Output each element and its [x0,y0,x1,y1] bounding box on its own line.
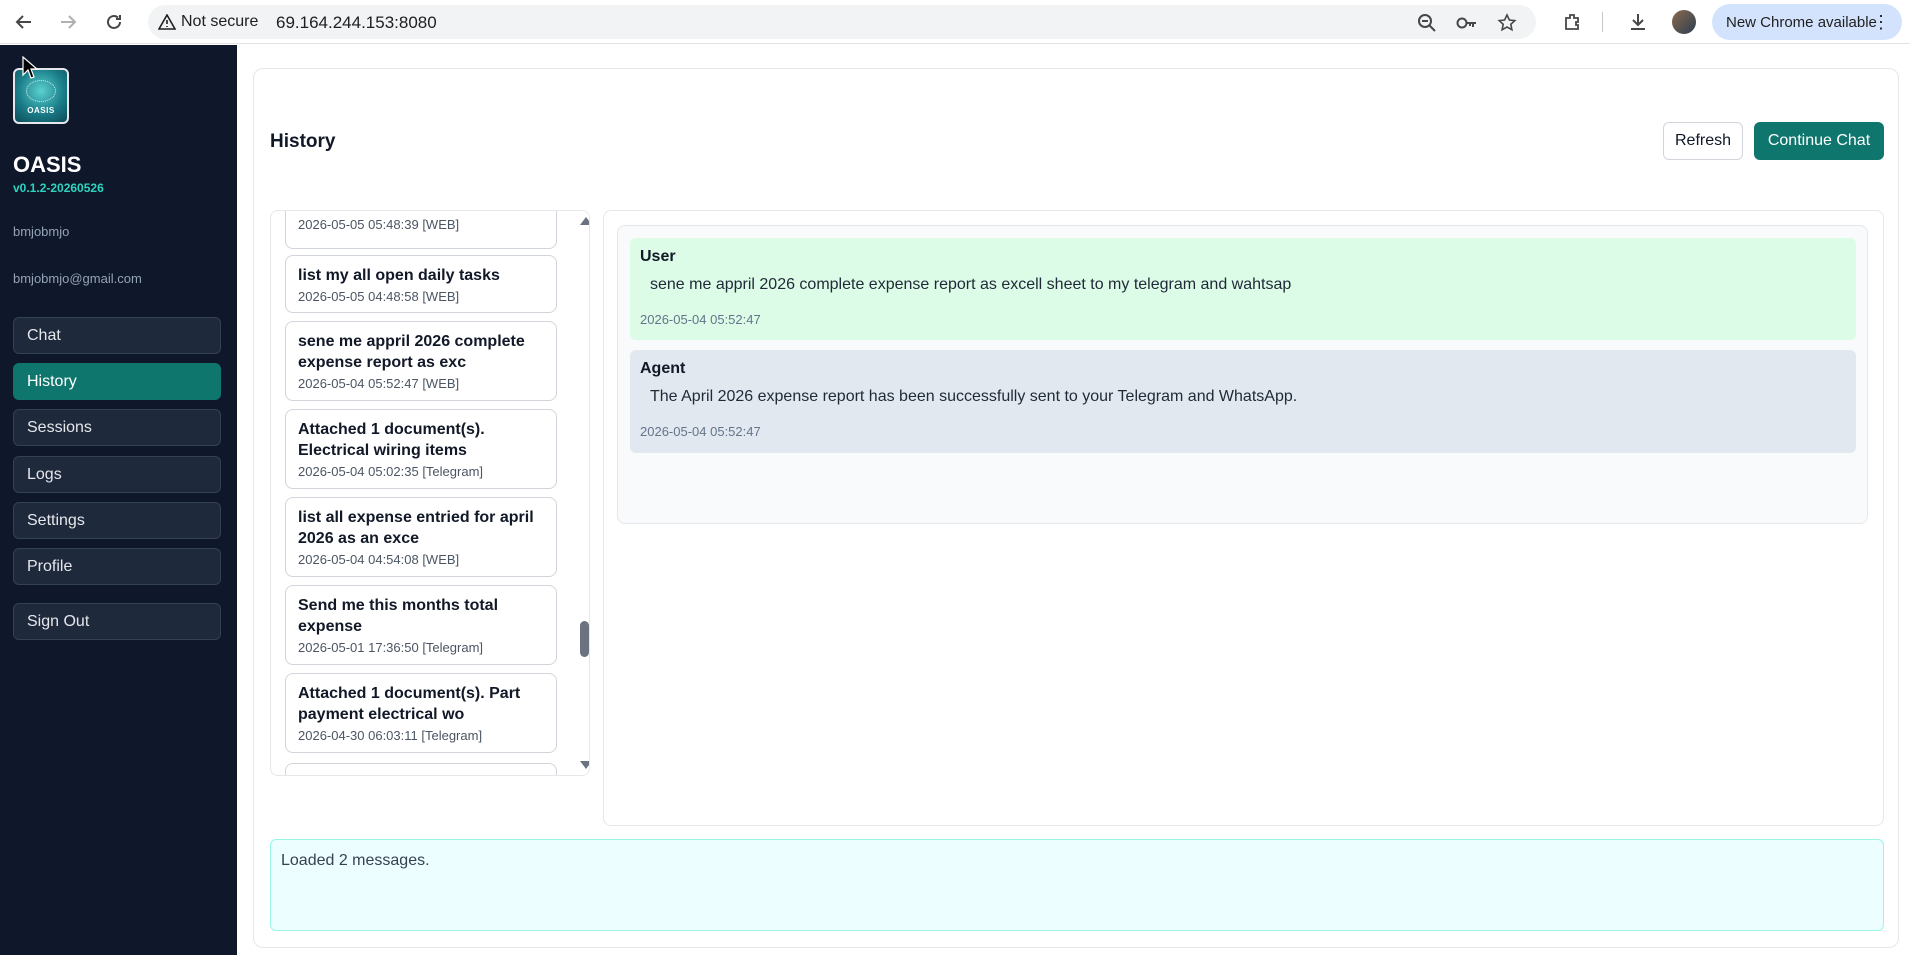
history-items: 2026-05-05 05:48:39 [WEB] list my all op… [271,211,581,775]
history-item-title: Send me this months total expense [298,597,499,635]
history-item-meta: 2026-05-04 05:52:47 [WEB] [298,376,460,391]
history-item-title: Attached 1 document(s). Part payment ele… [298,685,521,723]
message-time: 2026-05-04 05:52:47 [640,424,761,439]
scroll-down-arrow-icon[interactable] [580,761,589,769]
app-name: OASIS [13,152,82,177]
new-chrome-button[interactable]: New Chrome available ⋮ [1712,4,1902,40]
message-text: sene me appril 2026 complete expense rep… [650,276,1292,293]
extensions-icon[interactable] [1560,10,1584,34]
reload-icon[interactable] [100,8,128,36]
user-message: User sene me appril 2026 complete expens… [630,238,1856,340]
history-item-meta: 2026-05-05 04:48:58 [WEB] [298,289,460,304]
history-item[interactable]: list my all open daily tasks 2026-05-05 … [285,255,557,313]
history-item[interactable] [285,763,557,775]
history-item-title: list my all open daily tasks [298,267,500,284]
zoom-icon[interactable] [1416,12,1438,34]
message-role: User [640,248,676,265]
sidebar: OASIS OASIS v0.1.2-20260526 bmjobmjo bmj… [0,45,237,955]
history-item-meta: 2026-05-04 04:54:08 [WEB] [298,552,460,567]
history-item-meta: 2026-04-30 06:03:11 [Telegram] [298,728,483,743]
more-vert-icon[interactable]: ⋮ [1872,13,1890,31]
status-box: Loaded 2 messages. [270,839,1884,931]
history-item[interactable]: Attached 1 document(s). Part payment ele… [285,673,557,753]
history-scrollbar[interactable] [577,211,589,775]
sign-out-button[interactable]: Sign Out [13,603,221,640]
not-secure-chip[interactable]: Not secure [158,13,258,31]
agent-message: Agent The April 2026 expense report has … [630,350,1856,453]
forward-icon[interactable] [54,8,82,36]
bookmark-star-icon[interactable] [1496,12,1518,34]
user-name: bmjobmjo [13,224,70,239]
user-email: bmjobmjo@gmail.com [13,271,142,286]
browser-toolbar: Not secure 69.164.244.153:8080 New Chrom… [0,0,1910,44]
mouse-cursor-icon [22,56,38,79]
status-text: Loaded 2 messages. [281,852,430,869]
toolbar-divider [1602,12,1603,32]
history-item-meta: 2026-05-05 05:48:39 [WEB] [298,217,460,232]
history-list[interactable]: 2026-05-05 05:48:39 [WEB] list my all op… [270,210,590,776]
password-key-icon[interactable] [1456,12,1478,34]
security-label: Not secure [181,13,259,30]
logo-globe-icon [26,80,56,102]
scroll-up-arrow-icon[interactable] [580,217,589,225]
sidebar-item-settings[interactable]: Settings [13,502,221,539]
warning-icon [158,14,176,30]
history-item-meta: 2026-05-04 05:02:35 [Telegram] [298,464,484,479]
page-title: History [270,131,336,152]
history-item[interactable]: Send me this months total expense 2026-0… [285,585,557,665]
logo-text: OASIS [27,106,55,115]
sidebar-item-profile[interactable]: Profile [13,548,221,585]
history-item[interactable]: list all expense entried for april 2026 … [285,497,557,577]
message-text: The April 2026 expense report has been s… [650,388,1298,405]
profile-avatar[interactable] [1672,10,1696,34]
scrollbar-thumb[interactable] [580,621,589,657]
message-role: Agent [640,360,686,377]
history-item-title: sene me appril 2026 complete expense rep… [298,333,525,371]
history-item-title: list all expense entried for april 2026 … [298,509,534,547]
history-item-meta: 2026-05-01 17:36:50 [Telegram] [298,640,484,655]
history-item-title: Attached 1 document(s). Electrical wirin… [298,421,485,459]
back-icon[interactable] [10,8,38,36]
history-item[interactable]: sene me appril 2026 complete expense rep… [285,321,557,401]
url-text[interactable]: 69.164.244.153:8080 [276,13,437,33]
address-bar[interactable]: Not secure 69.164.244.153:8080 [148,5,1536,39]
app-version: v0.1.2-20260526 [13,181,104,195]
sidebar-item-chat[interactable]: Chat [13,317,221,354]
sidebar-item-logs[interactable]: Logs [13,456,221,493]
history-item[interactable]: Attached 1 document(s). Electrical wirin… [285,409,557,489]
new-chrome-label: New Chrome available [1726,13,1877,31]
download-icon[interactable] [1626,10,1650,34]
message-time: 2026-05-04 05:52:47 [640,312,761,327]
sidebar-item-sessions[interactable]: Sessions [13,409,221,446]
refresh-button[interactable]: Refresh [1663,122,1743,160]
continue-chat-button[interactable]: Continue Chat [1754,122,1884,160]
history-item[interactable]: 2026-05-05 05:48:39 [WEB] [285,211,557,249]
sidebar-item-history[interactable]: History [13,363,221,400]
